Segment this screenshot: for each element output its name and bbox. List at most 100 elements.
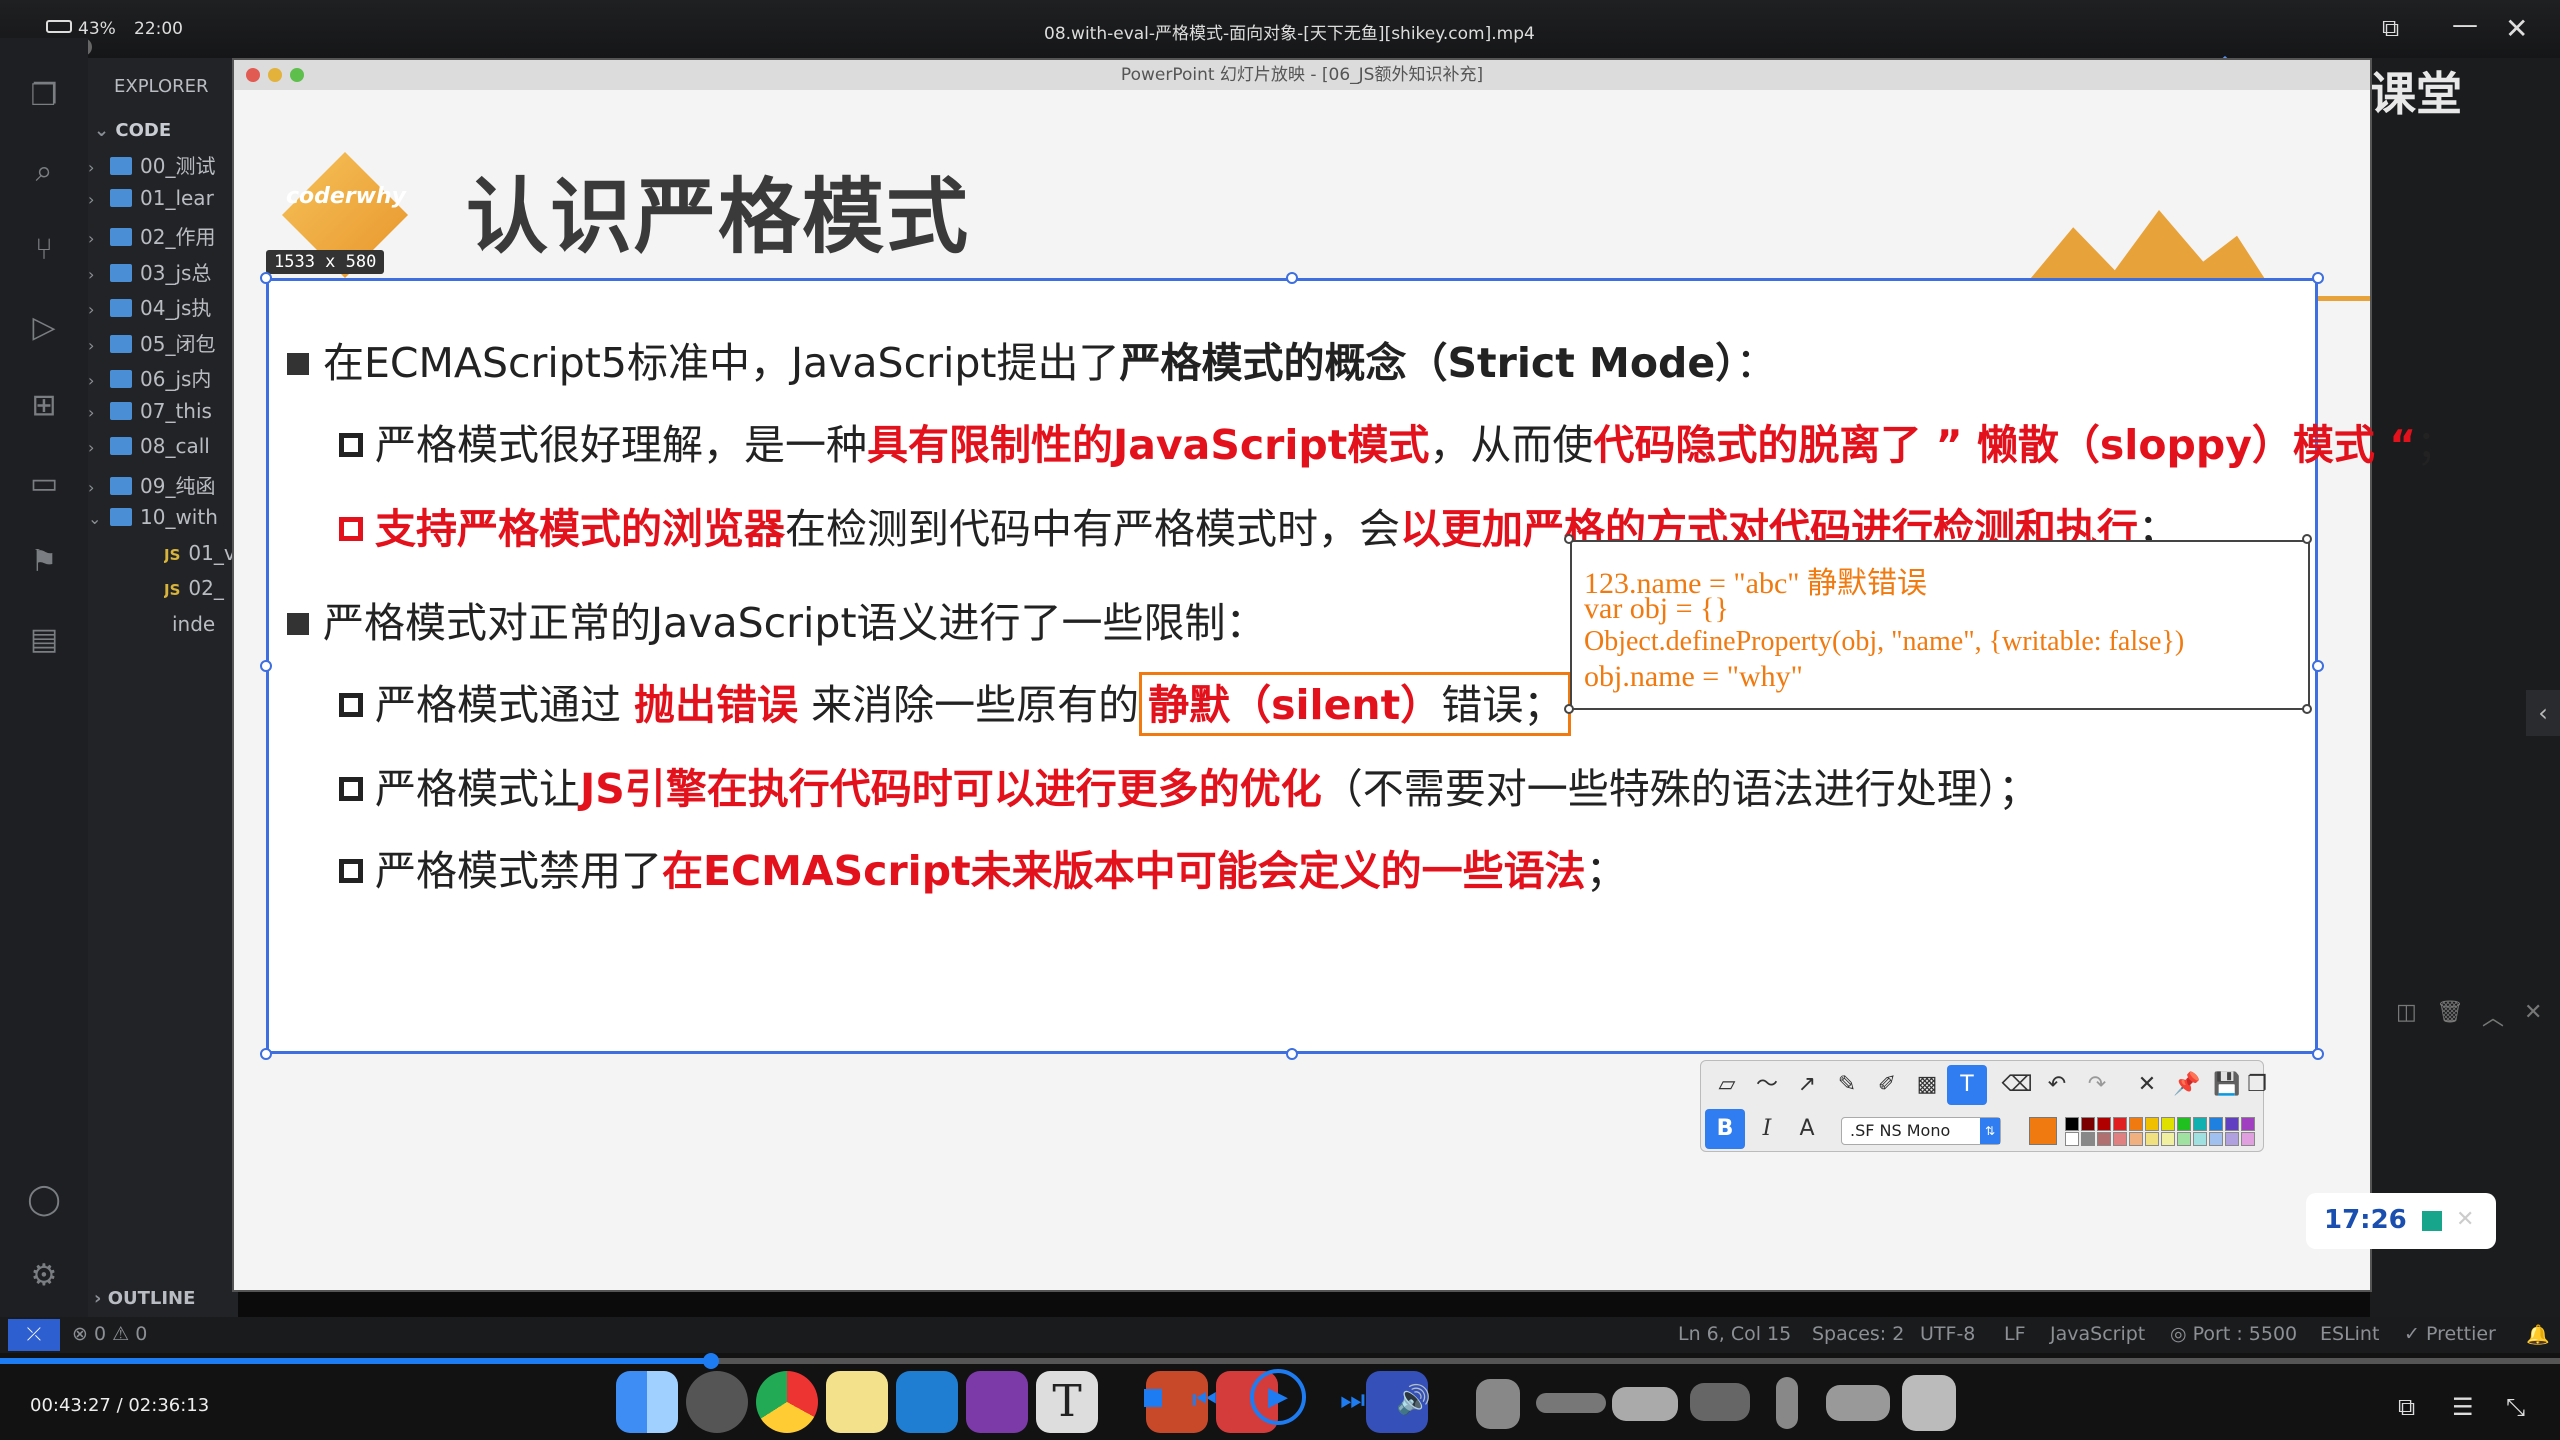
language-mode[interactable]: JavaScript (2050, 1323, 2145, 1345)
copy-icon[interactable]: ❐ (2247, 1065, 2267, 1105)
save-icon[interactable]: 💾 (2207, 1065, 2247, 1105)
side-expand-arrow-icon[interactable]: ‹ (2526, 690, 2560, 736)
chrome-icon[interactable] (756, 1371, 818, 1433)
stop-icon[interactable] (2422, 1211, 2442, 1231)
prettier-status[interactable]: ✓ Prettier (2404, 1323, 2496, 1345)
sidebar-folder-item[interactable]: › 06_js内 (88, 363, 238, 398)
bookmark-icon[interactable]: ⚑ (22, 540, 66, 584)
close-timer-icon[interactable]: ✕ (2456, 1207, 2474, 1232)
color-swatch[interactable] (2145, 1132, 2159, 1146)
preview-window-4[interactable] (1690, 1383, 1750, 1421)
undo-icon[interactable]: ↶ (2037, 1065, 2077, 1105)
onenote-icon[interactable] (966, 1371, 1028, 1433)
folder-icon[interactable]: ▤ (22, 618, 66, 662)
notes-icon[interactable] (826, 1371, 888, 1433)
previous-icon[interactable]: ⏮ (1192, 1383, 1217, 1417)
finder-icon[interactable] (616, 1371, 678, 1433)
volume-icon[interactable]: 🔊 (1396, 1383, 1431, 1416)
resize-handle-n[interactable] (1286, 272, 1298, 284)
color-swatch[interactable] (2177, 1132, 2191, 1146)
marker-tool-icon[interactable]: ✐ (1867, 1065, 1907, 1105)
bold-button[interactable]: B (1705, 1109, 1745, 1149)
sidebar-folder-item[interactable]: ⌄ 10_with (88, 505, 238, 540)
files-icon[interactable]: ❐ (22, 74, 66, 118)
next-icon[interactable]: ⏭ (1340, 1383, 1365, 1417)
resize-handle-sw[interactable] (260, 1048, 272, 1060)
launchpad-icon[interactable] (686, 1371, 748, 1433)
annotation-text-box[interactable]: 123.name = "abc" 静默错误 var obj = {} Objec… (1570, 540, 2310, 710)
fullscreen-icon[interactable]: ⤡ (2506, 1393, 2525, 1421)
color-swatch[interactable] (2209, 1117, 2223, 1131)
eslint-status[interactable]: ESLint (2320, 1323, 2379, 1345)
rectangle-tool-icon[interactable]: ▱ (1707, 1065, 1747, 1105)
source-control-icon[interactable]: ⑂ (22, 228, 66, 272)
color-swatch[interactable] (2065, 1117, 2079, 1131)
vscode-icon[interactable] (896, 1371, 958, 1433)
text-box-handle-sw[interactable] (1564, 704, 1574, 714)
redo-icon[interactable]: ↷ (2077, 1065, 2117, 1105)
font-select[interactable]: .SF NS Mono ⇅ (1841, 1117, 2001, 1145)
pip-icon[interactable]: ⧉ (2382, 14, 2399, 42)
preview-window-6[interactable] (1826, 1385, 1890, 1421)
run-debug-icon[interactable]: ▷ (22, 306, 66, 350)
mosaic-tool-icon[interactable]: ▩ (1907, 1065, 1947, 1105)
search-icon[interactable]: ⌕ (22, 150, 66, 194)
color-swatch[interactable] (2161, 1132, 2175, 1146)
color-swatch[interactable] (2065, 1132, 2079, 1146)
color-swatch[interactable] (2225, 1117, 2239, 1131)
sidebar-folder-item[interactable]: › 04_js执 (88, 292, 238, 327)
stop-playback-icon[interactable] (1144, 1389, 1162, 1407)
color-swatch[interactable] (2113, 1117, 2127, 1131)
arrow-tool-icon[interactable]: ↗ (1787, 1065, 1827, 1105)
pen-tool-icon[interactable]: ✎ (1827, 1065, 1867, 1105)
settings-sliders-icon[interactable]: ☰ (2452, 1393, 2474, 1421)
text-box-handle-se[interactable] (2302, 704, 2312, 714)
panel-split-icon[interactable]: ◫ (2396, 1000, 2417, 1025)
pin-icon[interactable]: 📌 (2167, 1065, 2207, 1105)
notifications-icon[interactable]: 🔔 (2526, 1323, 2550, 1346)
color-swatch[interactable] (2081, 1117, 2095, 1131)
code-section-heading[interactable]: ⌄ CODE (94, 120, 171, 141)
resize-handle-s[interactable] (1286, 1048, 1298, 1060)
text-tool-icon[interactable]: T (1947, 1065, 1987, 1105)
panel-trash-icon[interactable]: 🗑 (2436, 1000, 2464, 1025)
sidebar-folder-item[interactable]: › 01_lear (88, 186, 238, 221)
account-icon[interactable]: ◯ (22, 1178, 66, 1222)
panel-close-icon[interactable]: ✕ (2524, 1000, 2542, 1025)
color-swatch[interactable] (2129, 1117, 2143, 1131)
preview-window-3[interactable] (1612, 1387, 1678, 1421)
freehand-tool-icon[interactable]: 〜 (1747, 1065, 1787, 1105)
color-swatch[interactable] (2113, 1132, 2127, 1146)
outline-section-heading[interactable]: › OUTLINE (94, 1288, 195, 1309)
color-swatch[interactable] (2097, 1117, 2111, 1131)
problems-indicator[interactable]: ⊗ 0 ⚠ 0 (72, 1323, 147, 1345)
preview-window-1[interactable] (1476, 1379, 1520, 1429)
color-swatch[interactable] (2225, 1132, 2239, 1146)
live-server-port[interactable]: ◎ Port : 5500 (2170, 1323, 2297, 1345)
sidebar-folder-item[interactable]: › 03_js总 (88, 257, 238, 292)
sidebar-folder-item[interactable]: › 02_作用 (88, 221, 238, 256)
remote-icon[interactable]: ▭ (22, 462, 66, 506)
color-swatch[interactable] (2193, 1117, 2207, 1131)
color-swatch[interactable] (2193, 1132, 2207, 1146)
indentation[interactable]: Spaces: 2 (1812, 1323, 1904, 1345)
resize-handle-ne[interactable] (2312, 272, 2324, 284)
resize-handle-nw[interactable] (260, 272, 272, 284)
sidebar-folder-item[interactable]: › 00_测试 (88, 150, 238, 185)
resize-handle-e[interactable] (2312, 660, 2324, 672)
preview-window-2[interactable] (1536, 1393, 1606, 1413)
color-swatch[interactable] (2161, 1117, 2175, 1131)
color-swatch[interactable] (2177, 1117, 2191, 1131)
ppt-close-dot[interactable] (246, 68, 260, 82)
color-swatch[interactable] (2145, 1117, 2159, 1131)
color-swatch[interactable] (2241, 1117, 2255, 1131)
timer-chip[interactable]: 17:26 ✕ (2306, 1193, 2496, 1249)
remote-indicator[interactable]: ⤫ (8, 1319, 60, 1351)
line-ending[interactable]: LF (2004, 1323, 2026, 1345)
italic-button[interactable]: I (1747, 1109, 1787, 1149)
cancel-icon[interactable]: ✕ (2127, 1065, 2167, 1105)
resize-handle-se[interactable] (2312, 1048, 2324, 1060)
panel-chevron-up-icon[interactable]: ︿ (2482, 1000, 2504, 1032)
ppt-zoom-dot[interactable] (290, 68, 304, 82)
color-swatch[interactable] (2081, 1132, 2095, 1146)
